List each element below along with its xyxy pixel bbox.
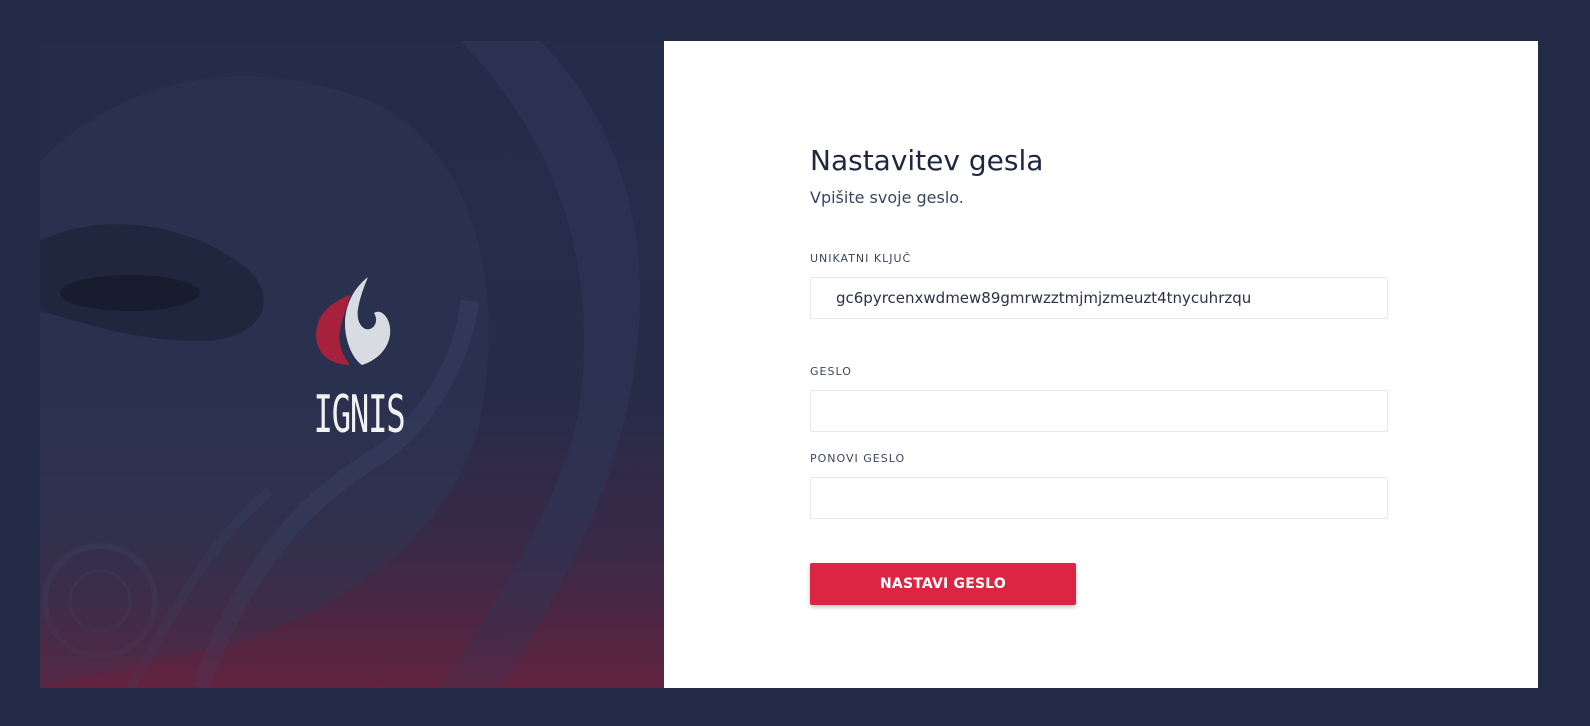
password-input[interactable] xyxy=(810,390,1388,432)
flame-logo-icon xyxy=(316,277,391,365)
repeat-password-label: PONOVI GESLO xyxy=(810,452,906,465)
brand-logo: IGNIS xyxy=(290,273,414,443)
unique-key-label: UNIKATNI KLJUČ xyxy=(810,252,912,265)
set-password-button[interactable]: NASTAVI GESLO xyxy=(810,563,1076,605)
reset-password-card: IGNIS Nastavitev gesla Vpišite svoje ges… xyxy=(40,41,1538,688)
form-panel: Nastavitev gesla Vpišite svoje geslo. UN… xyxy=(664,41,1538,688)
page-subtitle: Vpišite svoje geslo. xyxy=(810,188,964,207)
repeat-password-input[interactable] xyxy=(810,477,1388,519)
brand-wordmark: IGNIS xyxy=(313,385,406,445)
hero-image-panel: IGNIS xyxy=(40,41,664,688)
password-label: GESLO xyxy=(810,365,852,378)
reset-password-form: Nastavitev gesla Vpišite svoje geslo. UN… xyxy=(810,143,1388,605)
page-title: Nastavitev gesla xyxy=(810,144,1044,177)
unique-key-input[interactable] xyxy=(810,277,1388,319)
